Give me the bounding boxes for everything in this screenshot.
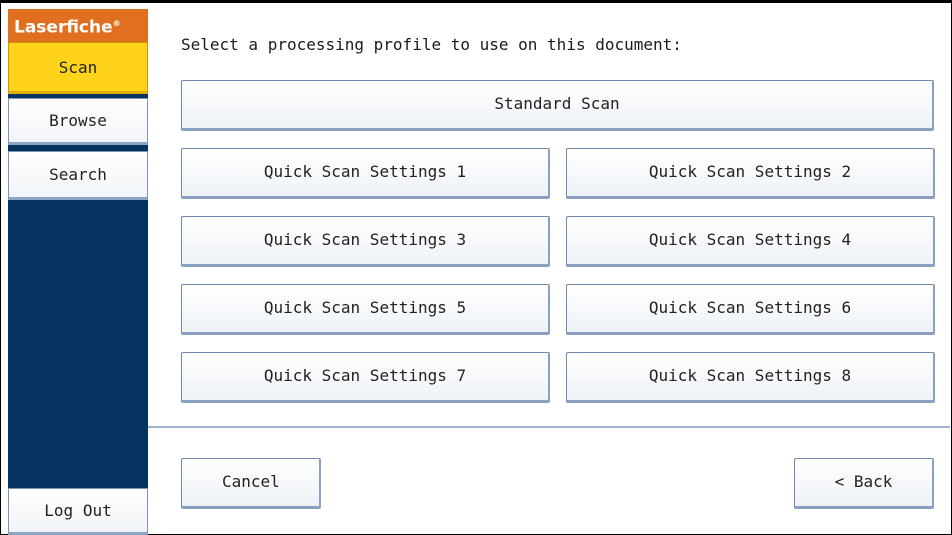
laserfiche-logo: Laserfiche® bbox=[8, 9, 148, 42]
logout-button[interactable]: Log Out bbox=[8, 488, 148, 535]
logout-label: Log Out bbox=[44, 501, 112, 520]
sidebar-item-search[interactable]: Search bbox=[8, 151, 148, 200]
sidebar-item-label: Scan bbox=[58, 58, 98, 77]
quick-scan-5-button[interactable]: Quick Scan Settings 5 bbox=[181, 284, 550, 335]
quick-scan-8-button[interactable]: Quick Scan Settings 8 bbox=[566, 352, 935, 403]
quick-scan-1-button[interactable]: Quick Scan Settings 1 bbox=[181, 148, 550, 199]
top-border bbox=[0, 0, 952, 3]
sidebar-item-scan[interactable]: Scan bbox=[8, 42, 148, 94]
page-prompt: Select a processing profile to use on th… bbox=[181, 35, 682, 54]
standard-scan-button[interactable]: Standard Scan bbox=[181, 80, 934, 131]
sidebar-item-label: Search bbox=[49, 165, 107, 184]
quick-scan-4-button[interactable]: Quick Scan Settings 4 bbox=[566, 216, 935, 267]
quick-scan-7-button[interactable]: Quick Scan Settings 7 bbox=[181, 352, 550, 403]
logo-text: Laserfiche bbox=[14, 17, 113, 38]
quick-scan-2-button[interactable]: Quick Scan Settings 2 bbox=[566, 148, 935, 199]
quick-scan-6-button[interactable]: Quick Scan Settings 6 bbox=[566, 284, 935, 335]
logo-trademark: ® bbox=[112, 19, 121, 28]
sidebar-item-label: Browse bbox=[49, 111, 107, 130]
divider bbox=[148, 426, 950, 428]
sidebar-item-browse[interactable]: Browse bbox=[8, 98, 148, 145]
sidebar: Laserfiche® Scan Browse Search Log Out bbox=[8, 9, 148, 535]
back-button[interactable]: < Back bbox=[794, 458, 934, 509]
quick-scan-3-button[interactable]: Quick Scan Settings 3 bbox=[181, 216, 550, 267]
cancel-button[interactable]: Cancel bbox=[181, 458, 321, 509]
